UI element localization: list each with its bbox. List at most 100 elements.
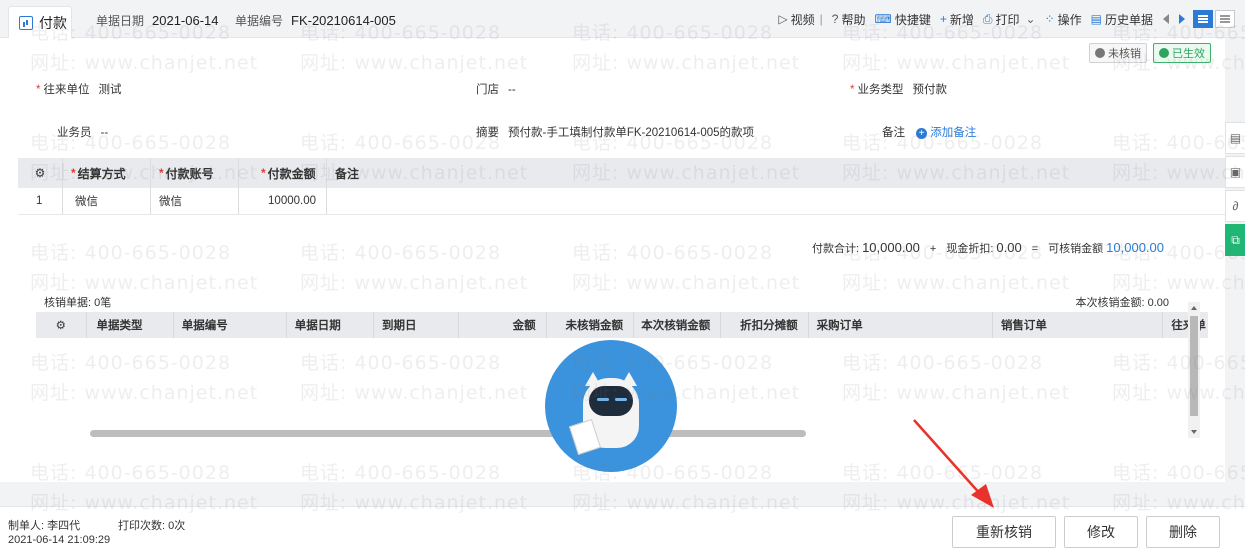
paperclip-icon: ∂ — [1232, 199, 1239, 213]
add-remark-label: 添加备注 — [930, 127, 977, 139]
add-button[interactable]: + 新增 — [940, 11, 974, 28]
col-header-label: 付款账号 — [165, 166, 214, 181]
partner-value[interactable]: 测试 — [98, 84, 121, 96]
doc-number-value: FK-20210614-005 — [291, 13, 396, 28]
next-arrow-icon[interactable] — [1179, 14, 1185, 24]
modify-button[interactable]: 修改 — [1064, 516, 1138, 548]
scrollbar-thumb[interactable] — [1190, 316, 1198, 416]
equals-sign: = — [1031, 243, 1039, 255]
assistant-mascot[interactable] — [545, 340, 677, 472]
doc-date-label: 单据日期 — [96, 14, 145, 28]
scroll-down-icon[interactable] — [1191, 430, 1197, 434]
col-header-label: 付款金额 — [267, 166, 316, 181]
video-button[interactable]: ▷ 视频 — [778, 11, 814, 28]
prev-arrow-icon[interactable] — [1163, 14, 1169, 24]
col-header-doc-type: 单据类型 — [85, 312, 173, 338]
side-preview-button[interactable]: ⧉ — [1225, 224, 1245, 256]
list-view-toggle[interactable] — [1193, 10, 1213, 28]
print-label: 打印 — [995, 12, 1020, 27]
store-label: 门店 — [476, 84, 499, 96]
scroll-up-icon[interactable] — [1191, 306, 1197, 310]
side-doc-button[interactable]: ▤ — [1225, 122, 1245, 154]
biz-type-label: 业务类型 — [857, 84, 904, 96]
column-settings-button[interactable]: ⚙ — [18, 158, 62, 188]
col-header-unverified: 未核销金额 — [545, 312, 633, 338]
store-value[interactable]: -- — [508, 84, 516, 96]
col-header-label: 备注 — [335, 166, 360, 181]
tab-payment[interactable]: 付款 — [8, 6, 72, 38]
verification-table-header: ⚙ 单据类型 单据编号 单据日期 到期日 金额 未核销金额 本次核销金额 折扣分… — [36, 312, 1208, 338]
col-header-doc-date: 单据日期 — [285, 312, 373, 338]
video-label: 视频 — [790, 12, 815, 27]
cell-amount[interactable]: 10000.00 — [238, 188, 326, 214]
column-settings-button[interactable]: ⚙ — [36, 312, 86, 338]
print-button[interactable]: ⎙ 打印 ⌄ — [983, 11, 1036, 28]
col-header-method: * 结算方式 — [62, 158, 150, 188]
vertical-scrollbar[interactable] — [1188, 302, 1200, 438]
play-icon: ▷ — [778, 12, 788, 26]
status-badge-unverified: 未核销 — [1089, 43, 1147, 63]
operation-button[interactable]: ⁘ 操作 — [1045, 11, 1082, 28]
maker-info: 制单人: 李四代 — [8, 520, 81, 532]
keyboard-icon: ⌨ — [874, 12, 892, 26]
add-remark-link[interactable]: + 添加备注 — [916, 127, 976, 139]
summary-value[interactable]: 预付款-手工填制付款单FK-20210614-005的款项 — [508, 127, 754, 139]
side-attach-button[interactable]: ∂ — [1225, 190, 1245, 222]
remark-label: 备注 — [882, 127, 905, 139]
list-icon — [1198, 18, 1208, 20]
col-header-doc-number: 单据编号 — [172, 312, 286, 338]
unverified-label: 未核销 — [1108, 48, 1141, 60]
shortcut-label: 快捷键 — [894, 12, 931, 27]
salesman-label: 业务员 — [57, 127, 92, 139]
cell-method[interactable]: 微信 — [62, 188, 150, 214]
table-row[interactable]: 1 微信 微信 10000.00 — [18, 188, 1225, 215]
required-mark: * — [36, 84, 41, 96]
effective-label: 已生效 — [1172, 48, 1205, 60]
horizontal-scrollbar[interactable] — [90, 430, 806, 437]
check-circle-icon — [1159, 48, 1169, 58]
verification-count: 核销单据: 0笔 — [44, 297, 112, 309]
history-doc-icon: ▤ — [1090, 12, 1102, 26]
reverify-button[interactable]: 重新核销 — [952, 516, 1056, 548]
col-header-remark: 备注 — [326, 158, 446, 188]
remark-field: 备注 + 添加备注 — [882, 124, 976, 140]
gear-icon: ⚙ — [55, 320, 66, 332]
status-badge-effective: 已生效 — [1153, 43, 1211, 63]
verification-amount: 本次核销金额: 0.00 — [1075, 297, 1169, 309]
partner-field: * 往来单位 测试 — [36, 81, 121, 97]
side-image-button[interactable]: ▣ — [1225, 156, 1245, 188]
toolbar: ▷ 视频 | ? 帮助 ⌨ 快捷键 + 新增 ⎙ 打印 ⌄ ⁘ 操作 ▤ 历史单据 — [769, 10, 1235, 28]
plus-sign: + — [929, 243, 937, 255]
salesman-value[interactable]: -- — [101, 127, 109, 139]
col-header-amount: * 付款金额 — [238, 158, 326, 188]
doc-date-value: 2021-06-14 — [152, 13, 219, 28]
plus-icon: + — [939, 12, 947, 26]
status-dot-icon — [1095, 48, 1105, 58]
verification-table: ⚙ 单据类型 单据编号 单据日期 到期日 金额 未核销金额 本次核销金额 折扣分… — [36, 312, 1208, 338]
totals-line: 付款合计: 10,000.00 + 现金折扣: 0.00 = 可核销金额 10,… — [812, 240, 1164, 256]
doc-number-label: 单据编号 — [235, 14, 284, 28]
cell-account[interactable]: 微信 — [150, 188, 238, 214]
history-button[interactable]: ▤ 历史单据 — [1091, 11, 1153, 28]
mascot-eye — [597, 398, 609, 401]
side-tools: ▤ ▣ ∂ ⧉ — [1225, 122, 1245, 258]
add-circle-icon: + — [916, 128, 928, 139]
operation-label: 操作 — [1057, 12, 1082, 27]
required-mark: * — [159, 166, 164, 180]
cell-remark[interactable] — [326, 188, 446, 214]
document-icon: ▤ — [1229, 131, 1242, 145]
grid-icon: ⁘ — [1044, 12, 1055, 26]
printer-icon: ⎙ — [982, 11, 993, 26]
help-button[interactable]: ? 帮助 — [832, 11, 866, 28]
col-header-sales-order: 销售订单 — [991, 312, 1162, 338]
document-icon — [19, 15, 33, 30]
shortcut-button[interactable]: ⌨ 快捷键 — [875, 11, 931, 28]
col-header-account: * 付款账号 — [150, 158, 238, 188]
history-label: 历史单据 — [1104, 12, 1153, 27]
biz-type-value[interactable]: 预付款 — [912, 84, 947, 96]
tab-title: 付款 — [39, 14, 67, 31]
settlement-table-header: ⚙ * 结算方式 * 付款账号 * 付款金额 备注 — [18, 158, 1225, 188]
row-index: 1 — [36, 195, 43, 207]
card-view-toggle[interactable] — [1215, 10, 1235, 28]
delete-button[interactable]: 删除 — [1146, 516, 1220, 548]
